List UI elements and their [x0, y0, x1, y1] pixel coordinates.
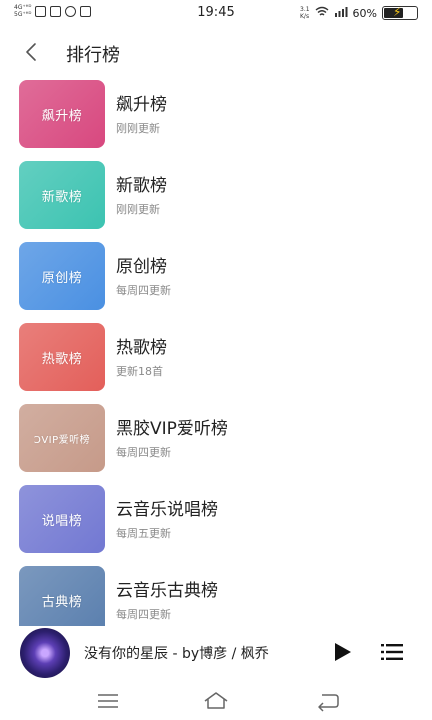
chart-title: 云音乐说唱榜 [116, 500, 218, 520]
chart-title: 新歌榜 [116, 176, 167, 196]
chart-cover[interactable]: ƆVIP爱听榜 [19, 404, 105, 472]
chart-list-item[interactable]: 古典榜 云音乐古典榜每周四更新 [0, 566, 432, 628]
network-speed: 3.1 K/s [300, 6, 310, 20]
chart-update-info: 每周四更新 [116, 284, 171, 297]
chart-list-item[interactable]: ƆVIP爱听榜 黑胶VIP爱听榜每周四更新 [0, 404, 432, 476]
chart-update-info: 每周四更新 [116, 446, 171, 459]
playlist-button[interactable] [380, 641, 404, 663]
chart-cover[interactable]: 飙升榜 [19, 80, 105, 148]
chart-list: 飙升榜 飙升榜 刚刚更新 新歌榜 新歌榜 刚刚更新 原创榜 原创榜 每周四更新 热歌榜 热歌榜 更新1… [0, 80, 432, 628]
chart-update-info: 每周四更新 [116, 608, 171, 621]
chart-update-info: 刚刚更新 [116, 203, 160, 216]
battery-percent: 60% [352, 6, 377, 20]
nav-menu-button[interactable] [94, 690, 122, 712]
status-bar: 4G⁺ᴴᴰ 5G⁺ᴴᴰ 19:45 3.1 K/s 60% ⚡ [0, 0, 432, 26]
chart-list-item[interactable]: 说唱榜 云音乐说唱榜每周五更新 [0, 485, 432, 557]
page-title: 排行榜 [66, 45, 120, 66]
header: 排行榜 [0, 34, 432, 70]
status-right: 3.1 K/s 60% ⚡ [300, 5, 418, 20]
chart-update-info: 刚刚更新 [116, 122, 160, 135]
chart-title: 原创榜 [116, 257, 167, 277]
chart-title: 热歌榜 [116, 338, 167, 358]
chart-update-info: 更新18首 [116, 365, 163, 378]
battery-icon: ⚡ [382, 5, 418, 20]
nav-home-button[interactable] [202, 690, 230, 712]
album-cover[interactable] [20, 628, 70, 678]
chart-list-item[interactable]: 原创榜 原创榜 每周四更新 [0, 242, 432, 314]
chart-list-item[interactable]: 新歌榜 新歌榜 刚刚更新 [0, 161, 432, 233]
chart-list-item[interactable]: 热歌榜 热歌榜 更新18首 [0, 323, 432, 395]
chevron-left-icon [26, 43, 36, 61]
mini-player[interactable]: 没有你的星辰 - by博彦 / 枫乔 [0, 626, 432, 678]
chart-update-info: 每周五更新 [116, 527, 171, 540]
return-icon [318, 694, 339, 712]
charging-icon: ⚡ [393, 5, 402, 19]
chart-cover[interactable]: 热歌榜 [19, 323, 105, 391]
chart-list-item[interactable]: 飙升榜 飙升榜 刚刚更新 [0, 80, 432, 152]
chart-cover[interactable]: 说唱榜 [19, 485, 105, 553]
chart-title: 飙升榜 [116, 95, 167, 115]
chart-title: 黑胶VIP爱听榜 [116, 419, 228, 439]
play-button[interactable] [330, 640, 354, 664]
chart-cover[interactable]: 原创榜 [19, 242, 105, 310]
nav-back-button[interactable] [314, 690, 342, 712]
song-title[interactable]: 没有你的星辰 - by博彦 / 枫乔 [84, 643, 314, 663]
wifi-icon [315, 6, 329, 20]
chart-cover[interactable]: 新歌榜 [19, 161, 105, 229]
chart-title: 云音乐古典榜 [116, 581, 218, 601]
menu-icon [98, 694, 118, 708]
playlist-icon [381, 644, 403, 660]
play-icon [335, 643, 351, 661]
signal-icon [334, 6, 348, 20]
home-icon [204, 692, 228, 709]
system-nav-bar [0, 682, 432, 720]
chart-cover[interactable]: 古典榜 [19, 566, 105, 628]
back-button[interactable] [18, 36, 46, 68]
